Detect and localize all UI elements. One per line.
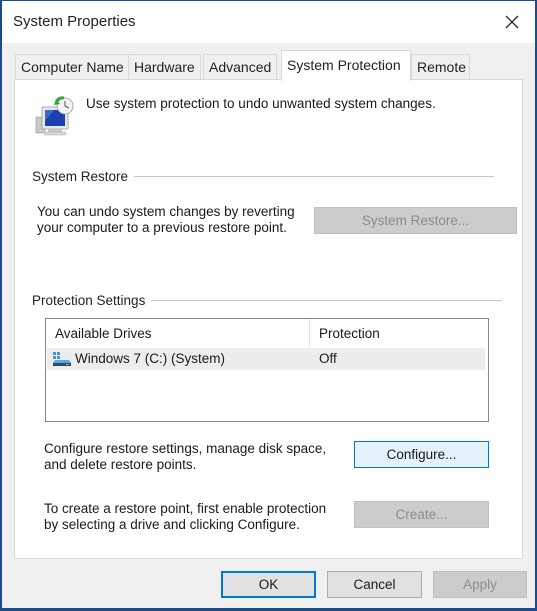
apply-button[interactable]: Apply <box>433 571 527 598</box>
configure-button[interactable]: Configure... <box>354 441 489 468</box>
system-restore-description-line2: your computer to a previous restore poin… <box>37 220 287 235</box>
create-description: To create a restore point, first enable … <box>44 501 326 533</box>
system-restore-description-line1: You can undo system changes by reverting <box>37 204 295 219</box>
cancel-button[interactable]: Cancel <box>327 571 422 598</box>
close-button[interactable] <box>489 1 535 43</box>
close-icon <box>505 15 519 29</box>
drives-list[interactable]: Available Drives Protection Windows 7 (C… <box>45 318 489 422</box>
system-protection-icon <box>35 96 74 136</box>
tab-computer-name[interactable]: Computer Name <box>15 54 130 79</box>
drive-icon <box>53 352 71 366</box>
configure-description: Configure restore settings, manage disk … <box>44 441 326 473</box>
protection-settings-group-label: Protection Settings <box>32 293 152 308</box>
configure-description-line2: and delete restore points. <box>44 457 197 472</box>
tab-panel-system-protection: Use system protection to undo unwanted s… <box>14 79 523 559</box>
configure-description-line1: Configure restore settings, manage disk … <box>44 441 327 456</box>
column-header-protection[interactable]: Protection <box>310 319 486 347</box>
tab-remote[interactable]: Remote <box>411 54 470 79</box>
tab-hardware[interactable]: Hardware <box>128 54 201 79</box>
header-description: Use system protection to undo unwanted s… <box>86 96 436 111</box>
system-restore-button[interactable]: System Restore... <box>314 207 517 234</box>
column-header-available-drives[interactable]: Available Drives <box>46 319 310 347</box>
tab-advanced[interactable]: Advanced <box>203 54 278 79</box>
system-restore-description: You can undo system changes by reverting… <box>37 204 295 236</box>
ok-button[interactable]: OK <box>221 571 316 598</box>
create-button[interactable]: Create... <box>354 501 489 528</box>
system-restore-group-label: System Restore <box>32 169 135 184</box>
drive-row[interactable]: Windows 7 (C:) (System) Off <box>47 348 485 370</box>
drive-name: Windows 7 (C:) (System) <box>75 351 226 366</box>
drive-protection-status: Off <box>319 351 337 366</box>
create-description-line1: To create a restore point, first enable … <box>44 501 327 516</box>
drives-list-header: Available Drives Protection <box>46 319 488 347</box>
system-properties-window: System Properties Computer Name Hardware… <box>0 0 537 611</box>
create-description-line2: by selecting a drive and clicking Config… <box>44 517 300 532</box>
title-bar: System Properties <box>2 1 535 43</box>
window-title: System Properties <box>13 13 136 30</box>
tab-system-protection[interactable]: System Protection <box>281 50 411 81</box>
